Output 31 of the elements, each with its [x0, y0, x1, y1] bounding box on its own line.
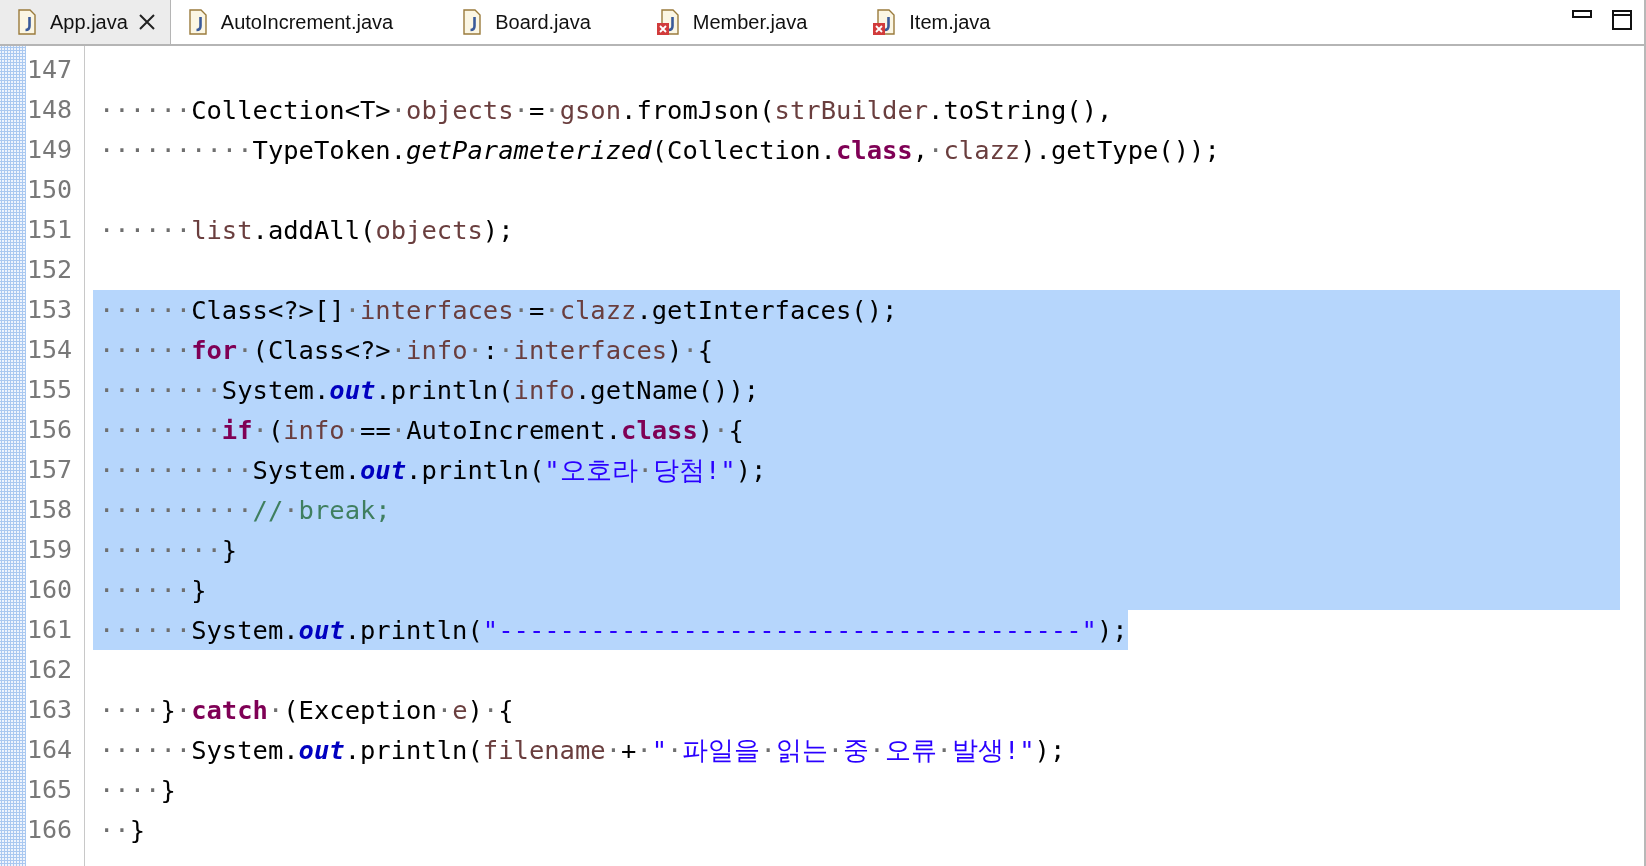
code-line: ··········TypeToken.getParameterized(Collection.class,·clazz).getType());	[98, 134, 1220, 167]
line-number: 154	[26, 334, 74, 366]
line-number: 166	[26, 814, 74, 846]
editor-tab[interactable]: App.java	[0, 0, 171, 44]
minimize-icon[interactable]	[1572, 10, 1592, 20]
line-number: 157	[26, 454, 74, 486]
line-number: 153	[26, 294, 74, 326]
line-number: 148	[26, 94, 74, 126]
line-number: 165	[26, 774, 74, 806]
line-number: 149	[26, 134, 74, 166]
line-number: 158	[26, 494, 74, 526]
line-number: 163	[26, 694, 74, 726]
line-number: 151	[26, 214, 74, 246]
line-number: 161	[26, 614, 74, 646]
line-number: 164	[26, 734, 74, 766]
line-number: 156	[26, 414, 74, 446]
line-number: 160	[26, 574, 74, 606]
line-number: 152	[26, 254, 74, 286]
code-line: ····}	[98, 774, 176, 807]
code-line: ····}·catch·(Exception·e)·{	[98, 694, 514, 727]
line-number: 159	[26, 534, 74, 566]
line-number: 155	[26, 374, 74, 406]
line-number: 162	[26, 654, 74, 686]
code-line: ······Collection<T>·objects·=·gson.fromJson(strBuilder.toString(),	[98, 94, 1113, 127]
code-line: ······System.out.println(filename·+·"·파일을·읽는·중·오류·발생!");	[98, 734, 1066, 767]
line-number: 147	[26, 54, 74, 86]
code-line: ······list.addAll(objects);	[98, 214, 514, 247]
maximize-icon[interactable]	[1612, 10, 1632, 30]
close-icon[interactable]	[137, 13, 156, 31]
line-number: 150	[26, 174, 74, 206]
code-line: ··}	[98, 814, 146, 847]
